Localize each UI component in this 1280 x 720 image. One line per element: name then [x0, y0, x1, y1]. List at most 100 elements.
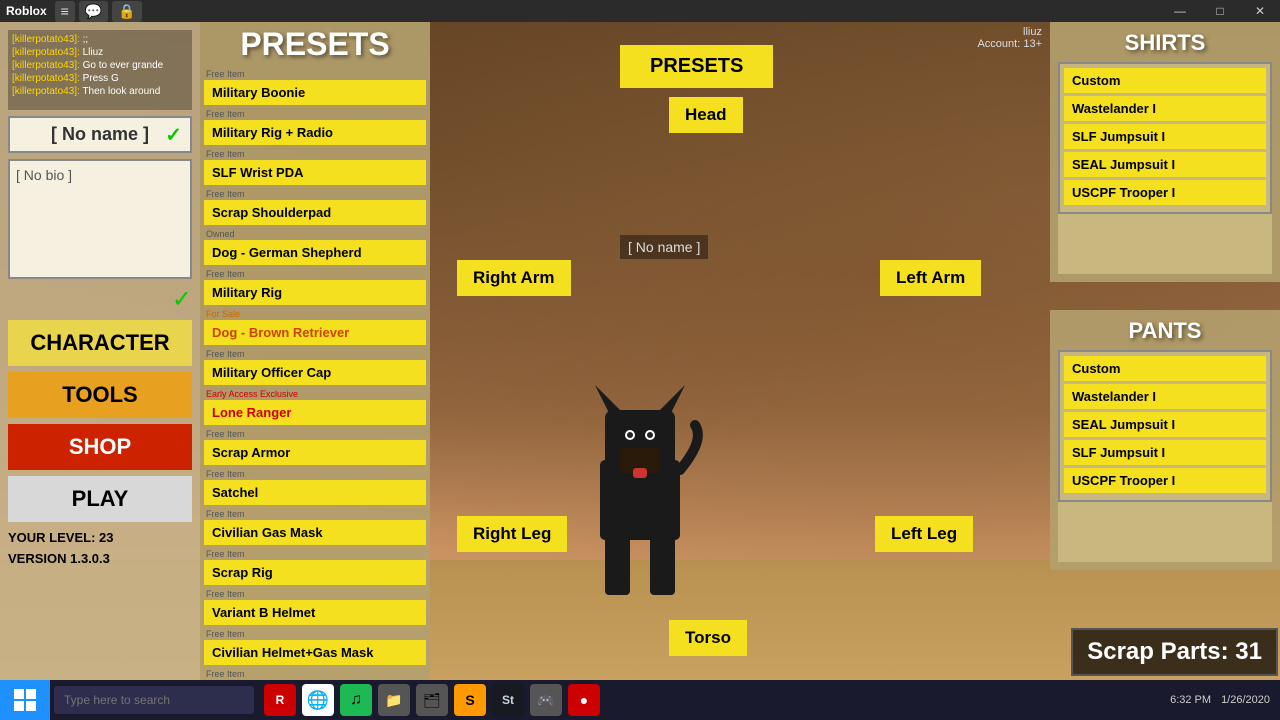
right-arm-button[interactable]: Right Arm [457, 260, 571, 296]
preset-button[interactable]: Dog - German Shepherd [204, 240, 426, 265]
lock-icon[interactable]: 🔒 [112, 1, 141, 22]
torso-button[interactable]: Torso [669, 620, 747, 656]
taskbar-s-icon[interactable]: S [454, 684, 486, 716]
maximize-button[interactable]: □ [1200, 0, 1240, 22]
preset-item[interactable]: Free ItemMilitary Rig [204, 269, 426, 305]
taskbar-4-icon[interactable]: 📁 [378, 684, 410, 716]
preset-label: Free Item [204, 189, 426, 199]
preset-item[interactable]: Free ItemScrap Armor [204, 429, 426, 465]
titlebar: Roblox ≡ 💬 🔒 — □ ✕ [0, 0, 1280, 22]
preset-item[interactable]: Free ItemSatchel [204, 469, 426, 505]
taskbar-icons: R 🌐 ♫ 📁 🗂 S St 🎮 ● [264, 684, 600, 716]
preset-item[interactable]: Free ItemScrap Shoulderpad [204, 189, 426, 225]
character-model [540, 340, 740, 620]
level-info: YOUR LEVEL: 23 VERSION 1.3.0.3 [8, 528, 192, 570]
chat-icon[interactable]: 💬 [79, 1, 108, 22]
bio-confirm-wrap: ✓ [8, 285, 192, 314]
preset-label: Free Item [204, 149, 426, 159]
left-arm-button[interactable]: Left Arm [880, 260, 981, 296]
account-info: lliuz Account: 13+ [969, 22, 1050, 54]
titlebar-controls: — □ ✕ [1160, 0, 1280, 22]
pants-item[interactable]: SLF Jumpsuit I [1064, 440, 1266, 465]
taskbar-7-icon[interactable]: 🎮 [530, 684, 562, 716]
preset-button[interactable]: Lone Ranger [204, 400, 426, 425]
preset-label: Free Item [204, 669, 426, 679]
character-name-text: [ No name ] [51, 124, 149, 144]
taskbar-chrome-icon[interactable]: 🌐 [302, 684, 334, 716]
preset-item[interactable]: Free ItemScrap Rig [204, 549, 426, 585]
preset-button[interactable]: Civilian Gas Mask [204, 520, 426, 545]
preset-button[interactable]: Military Rig + Radio [204, 120, 426, 145]
character-name-box[interactable]: [ No name ] ✓ [8, 116, 192, 153]
left-leg-button[interactable]: Left Leg [875, 516, 973, 552]
preset-item[interactable]: Free ItemVariant B Helmet [204, 589, 426, 625]
preset-item[interactable]: Free ItemMilitary Boonie [204, 69, 426, 105]
shirts-extra [1058, 214, 1272, 274]
preset-button[interactable]: Military Rig [204, 280, 426, 305]
taskbar-5-icon[interactable]: 🗂 [416, 684, 448, 716]
preset-label: Free Item [204, 349, 426, 359]
preset-button[interactable]: Variant B Helmet [204, 600, 426, 625]
taskbar-steam-icon[interactable]: St [492, 684, 524, 716]
pants-list: Custom Wastelander I SEAL Jumpsuit I SLF Ju… [1058, 350, 1272, 502]
pants-extra [1058, 502, 1272, 562]
preset-button[interactable]: Dog - Brown Retriever [204, 320, 426, 345]
tools-button[interactable]: TOOLS [8, 372, 192, 418]
preset-item[interactable]: Free ItemMilitary Officer Cap [204, 349, 426, 385]
preset-item[interactable]: Free ItemCivilian Helmet [204, 669, 426, 680]
pants-panel: PANTS Custom Wastelander I SEAL Jumpsuit I… [1050, 310, 1280, 570]
bio-box[interactable]: [ No bio ] [8, 159, 192, 279]
taskbar-search-input[interactable] [54, 686, 254, 714]
preset-button[interactable]: Satchel [204, 480, 426, 505]
presets-panel: PRESETS Free ItemMilitary BoonieFree Ite… [200, 22, 430, 680]
pants-title: PANTS [1058, 318, 1272, 344]
preset-item[interactable]: OwnedDog - German Shepherd [204, 229, 426, 265]
start-button[interactable] [0, 680, 50, 720]
preset-button[interactable]: Scrap Armor [204, 440, 426, 465]
right-leg-button[interactable]: Right Leg [457, 516, 567, 552]
shop-button[interactable]: SHOP [8, 424, 192, 470]
shirt-item[interactable]: Wastelander I [1064, 96, 1266, 121]
preset-button[interactable]: Civilian Helmet+Gas Mask [204, 640, 426, 665]
left-panel: [killerpotato43]: ;; [killerpotato43]: L… [0, 22, 200, 680]
preset-button[interactable]: SLF Wrist PDA [204, 160, 426, 185]
presets-top-button[interactable]: PRESETS [620, 45, 773, 88]
taskbar-red-icon[interactable]: ● [568, 684, 600, 716]
pants-item[interactable]: USCPF Trooper I [1064, 468, 1266, 493]
presets-list: Free ItemMilitary BoonieFree ItemMilitar… [204, 69, 426, 680]
shirt-item[interactable]: USCPF Trooper I [1064, 180, 1266, 205]
hamburger-icon[interactable]: ≡ [55, 1, 75, 22]
account-age: Account: 13+ [977, 38, 1042, 50]
preset-item[interactable]: Free ItemMilitary Rig + Radio [204, 109, 426, 145]
preset-button[interactable]: Military Boonie [204, 80, 426, 105]
preset-label: Free Item [204, 269, 426, 279]
pants-item[interactable]: Wastelander I [1064, 384, 1266, 409]
top-bar-icons: ≡ 💬 🔒 [55, 1, 142, 22]
head-button[interactable]: Head [669, 97, 743, 133]
preset-button[interactable]: Military Officer Cap [204, 360, 426, 385]
preset-item[interactable]: Early Access ExclusiveLone Ranger [204, 389, 426, 425]
preset-button[interactable]: Scrap Shoulderpad [204, 200, 426, 225]
taskbar-spotify-icon[interactable]: ♫ [340, 684, 372, 716]
close-button[interactable]: ✕ [1240, 0, 1280, 22]
level-text: YOUR LEVEL: 23 [8, 528, 192, 549]
character-button[interactable]: CHARACTER [8, 320, 192, 366]
play-button[interactable]: PLAY [8, 476, 192, 522]
preset-item[interactable]: Free ItemSLF Wrist PDA [204, 149, 426, 185]
name-confirm-icon[interactable]: ✓ [165, 122, 182, 147]
shirts-panel: SHIRTS CustomWastelander ISLF Jumpsuit I… [1050, 22, 1280, 282]
preset-label: Free Item [204, 629, 426, 639]
preset-item[interactable]: Free ItemCivilian Gas Mask [204, 509, 426, 545]
chat-line: [killerpotato43]: Then look around [12, 86, 188, 97]
pants-item[interactable]: Custom [1064, 356, 1266, 381]
pants-item[interactable]: SEAL Jumpsuit I [1064, 412, 1266, 437]
preset-item[interactable]: For SaleDog - Brown Retriever [204, 309, 426, 345]
shirt-item[interactable]: SLF Jumpsuit I [1064, 124, 1266, 149]
preset-item[interactable]: Free ItemCivilian Helmet+Gas Mask [204, 629, 426, 665]
shirt-item[interactable]: SEAL Jumpsuit I [1064, 152, 1266, 177]
shirt-item[interactable]: Custom [1064, 68, 1266, 93]
minimize-button[interactable]: — [1160, 0, 1200, 22]
bio-confirm-icon[interactable]: ✓ [172, 285, 192, 314]
preset-button[interactable]: Scrap Rig [204, 560, 426, 585]
taskbar-roblox-icon[interactable]: R [264, 684, 296, 716]
